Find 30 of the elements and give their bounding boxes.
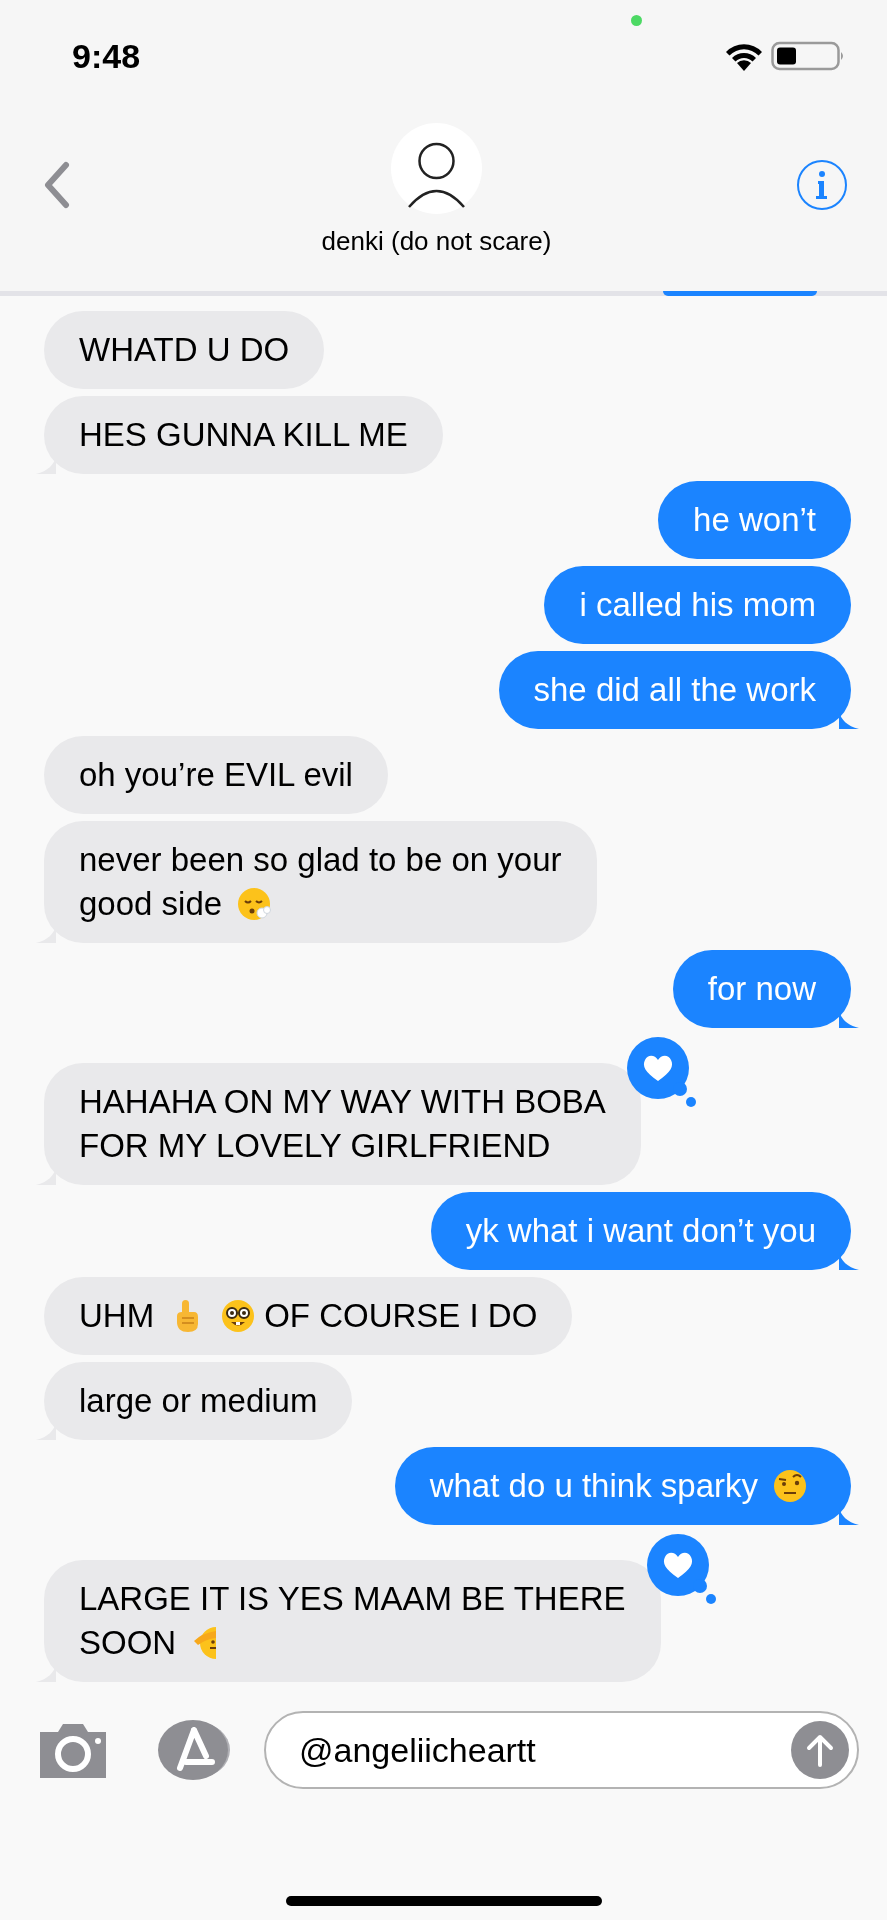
message-text: UHM: [79, 1296, 155, 1336]
message-text: good side: [79, 884, 223, 924]
message-text: HES GUNNA KILL ME: [79, 415, 408, 455]
message-text: WHATD U DO: [79, 330, 290, 370]
status-time: 9:48: [72, 35, 141, 77]
message-text: i called his mom: [579, 585, 816, 625]
message-text: never been so glad to be on your: [79, 840, 562, 880]
saluting-face-icon: [194, 1625, 217, 1661]
arrow-up-icon: [806, 1733, 834, 1767]
message-text: what do u think sparky: [429, 1466, 758, 1506]
contact-name[interactable]: denki (do not scare): [321, 226, 552, 256]
exhaling-face-icon: [236, 886, 273, 922]
message-text: LARGE IT IS YES MAAM BE THERE: [79, 1579, 626, 1619]
battery-icon: [771, 41, 845, 71]
message-text: yk what i want don’t you: [465, 1211, 816, 1251]
message-text: OF COURSE I DO: [264, 1296, 538, 1336]
info-button[interactable]: [797, 160, 847, 210]
message-text: he won’t: [693, 500, 816, 540]
message-text: she did all the work: [533, 670, 816, 710]
message-text: for now: [707, 969, 816, 1009]
message-text: SOON: [79, 1623, 177, 1663]
message-text: oh you’re EVIL evil: [79, 755, 353, 795]
message-text: FOR MY LOVELY GIRLFRIEND: [79, 1126, 551, 1166]
message-input-field[interactable]: @angeliicheartt: [264, 1711, 859, 1789]
message-text: HAHAHA ON MY WAY WITH BOBA: [79, 1082, 606, 1122]
info-icon: [815, 170, 829, 200]
message-text: large or medium: [79, 1381, 318, 1421]
nerd-face-icon: [220, 1298, 257, 1334]
raised-eyebrow-face-icon: [772, 1468, 808, 1504]
avatar[interactable]: [391, 123, 482, 214]
